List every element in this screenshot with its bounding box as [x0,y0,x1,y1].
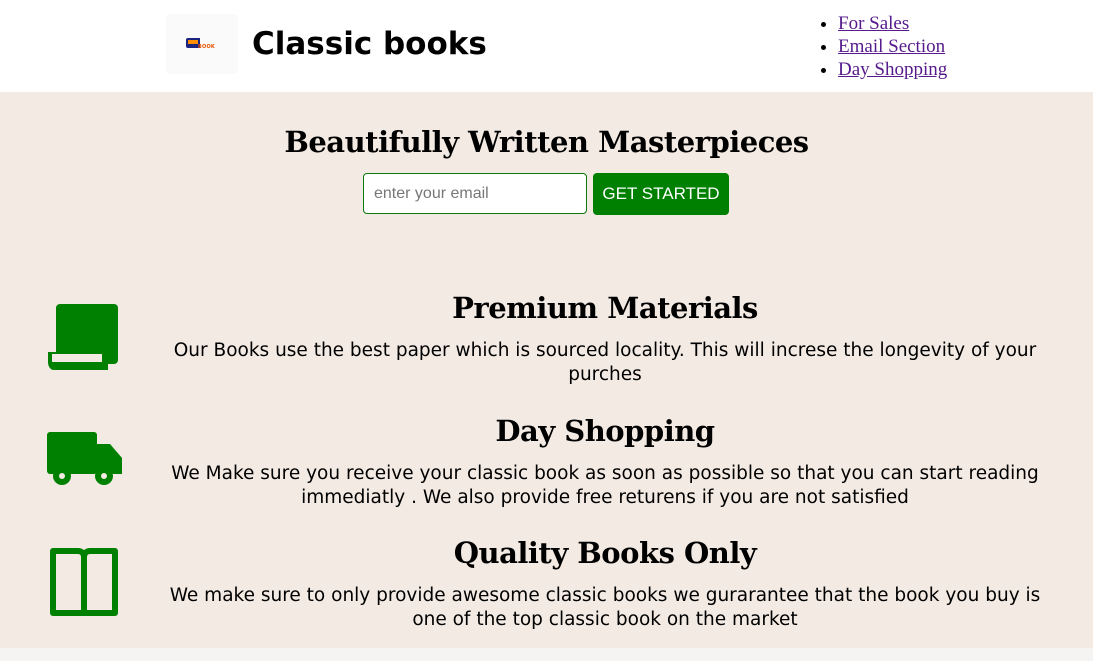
hero-title: Beautifully Written Masterpieces [284,125,809,159]
site-logo[interactable]: BOOK [166,14,238,74]
feature-title-day-shopping: Day Shopping [495,414,715,448]
feature-title-quality-books: Quality Books Only [453,536,757,570]
get-started-button[interactable]: GET STARTED [593,173,729,215]
page-bottom-strip [0,648,1093,661]
nav-item-day-shopping: Day Shopping [838,58,947,81]
logo-text: BOOK [198,44,215,50]
feature-text-day-shopping: We Make sure you receive your classic bo… [171,463,1039,508]
nav-item-for-sales: For Sales [838,12,947,35]
open-book-icon [44,547,122,624]
feature-text-quality-books: We make sure to only provide awesome cla… [169,585,1041,630]
site-header: BOOK Classic books For Sales Email Secti… [0,0,1093,92]
nav-link-email-section[interactable]: Email Section [838,36,945,57]
truck-icon [44,430,124,493]
nav-link-for-sales[interactable]: For Sales [838,13,909,34]
email-input[interactable] [363,173,587,214]
nav-item-email-section: Email Section [838,35,947,58]
site-title: Classic books [252,26,487,62]
feature-text-premium-materials: Our Books use the best paper which is so… [173,340,1037,385]
feature-title-premium-materials: Premium Materials [452,291,758,325]
main-nav: For Sales Email Section Day Shopping [818,12,947,81]
main-section: Beautifully Written Masterpieces GET STA… [0,92,1093,648]
book-icon [44,302,122,379]
nav-link-day-shopping[interactable]: Day Shopping [838,59,947,80]
